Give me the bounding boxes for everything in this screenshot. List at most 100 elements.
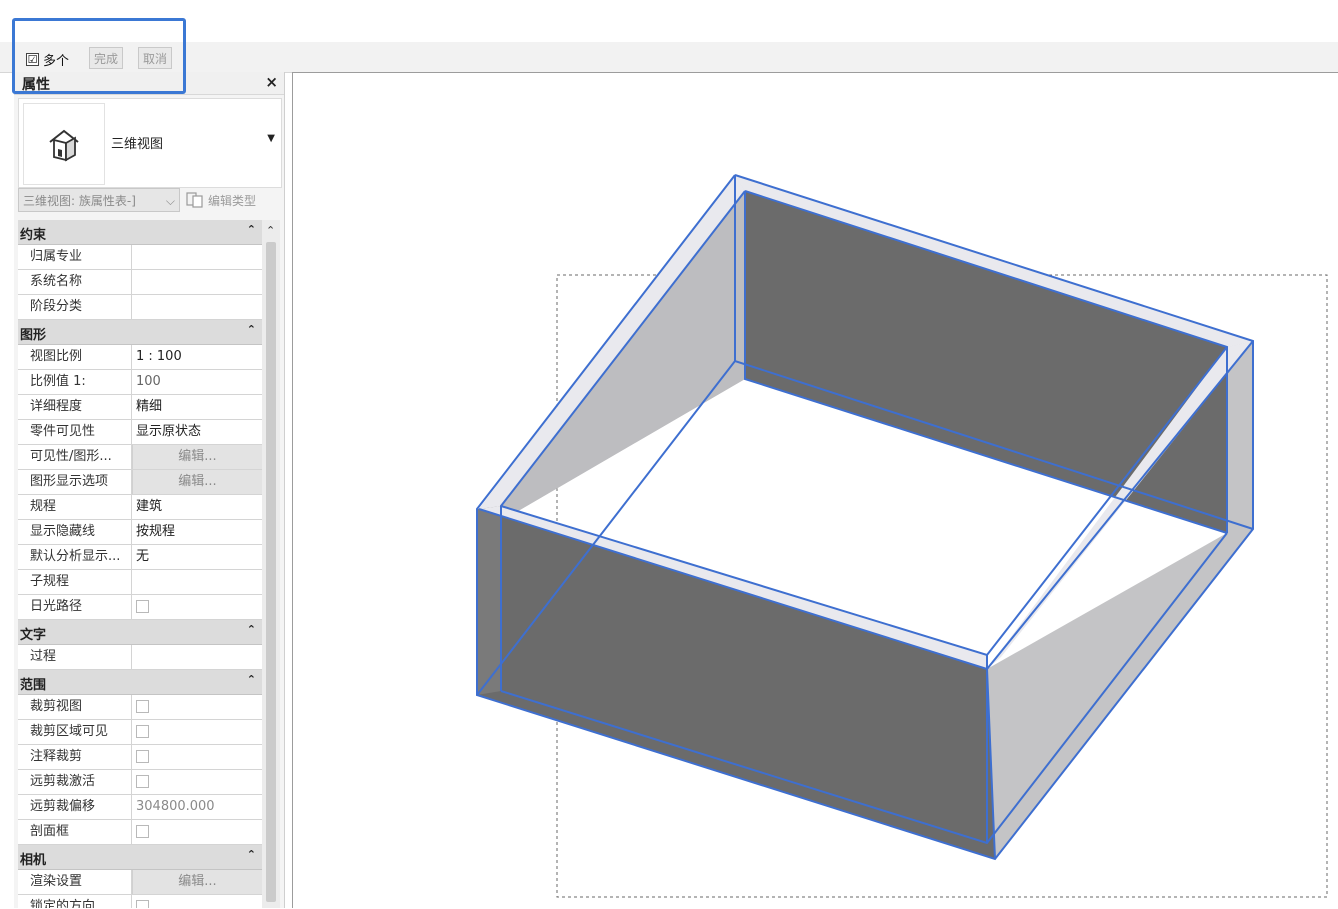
checkbox[interactable] bbox=[136, 900, 149, 908]
property-name: 裁剪区域可见 bbox=[18, 720, 132, 744]
discipline-value[interactable]: 建筑 bbox=[132, 495, 262, 519]
collapse-icon[interactable]: ⌃ bbox=[247, 673, 256, 686]
property-value[interactable] bbox=[132, 245, 262, 269]
sun-path-checkbox[interactable] bbox=[132, 595, 262, 619]
hidden-lines-value[interactable]: 按规程 bbox=[132, 520, 262, 544]
table-row[interactable]: 裁剪区域可见 bbox=[18, 720, 262, 745]
property-name: 图形显示选项 bbox=[18, 470, 132, 494]
checkbox[interactable] bbox=[136, 825, 149, 838]
house-3d-icon bbox=[23, 103, 105, 185]
section-box-checkbox[interactable] bbox=[132, 820, 262, 844]
section-constraints[interactable]: 约束 ⌃ bbox=[18, 220, 262, 245]
multiple-checkbox-box[interactable]: ☑ bbox=[26, 53, 39, 66]
property-name: 剖面框 bbox=[18, 820, 132, 844]
edit-type-label: 编辑类型 bbox=[208, 193, 257, 208]
checkbox[interactable] bbox=[136, 750, 149, 763]
table-row[interactable]: 归属专业 bbox=[18, 245, 262, 270]
left-wall-inner[interactable] bbox=[501, 191, 745, 521]
table-row[interactable]: 日光路径 bbox=[18, 595, 262, 620]
parts-visibility-value[interactable]: 显示原状态 bbox=[132, 420, 262, 444]
table-row[interactable]: 比例值 1: 100 bbox=[18, 370, 262, 395]
edit-type-button[interactable]: 编辑类型 bbox=[186, 188, 256, 212]
property-name: 比例值 1: bbox=[18, 370, 132, 394]
table-row[interactable]: 锁定的方向 bbox=[18, 895, 262, 908]
scale-value: 100 bbox=[136, 374, 161, 389]
cancel-button[interactable]: 取消 bbox=[138, 47, 173, 69]
3d-view-canvas[interactable] bbox=[292, 72, 1338, 908]
crop-view-checkbox[interactable] bbox=[132, 695, 262, 719]
section-text[interactable]: 文字 ⌃ bbox=[18, 620, 262, 645]
type-selector[interactable]: 三维视图 ▼ bbox=[18, 98, 282, 188]
table-row[interactable]: 渲染设置 编辑... bbox=[18, 870, 262, 895]
collapse-icon[interactable]: ⌃ bbox=[247, 623, 256, 636]
table-row[interactable]: 过程 bbox=[18, 645, 262, 670]
section-label: 约束 bbox=[20, 228, 47, 243]
render-settings-edit-button[interactable]: 编辑... bbox=[132, 870, 262, 894]
front-wall-face[interactable] bbox=[477, 509, 995, 859]
checkbox[interactable] bbox=[136, 700, 149, 713]
properties-panel-header: 属性 × bbox=[14, 72, 284, 95]
table-row[interactable]: 阶段分类 bbox=[18, 295, 262, 320]
property-name: 日光路径 bbox=[18, 595, 132, 619]
checkbox[interactable] bbox=[136, 725, 149, 738]
collapse-icon[interactable]: ⌃ bbox=[247, 848, 256, 861]
properties-scrollbar[interactable]: ⌃ bbox=[262, 220, 280, 908]
instance-filter-value: 三维视图: 族属性表-] bbox=[23, 194, 136, 208]
analysis-display-value[interactable]: 无 bbox=[132, 545, 262, 569]
sub-discipline-value[interactable] bbox=[132, 570, 262, 594]
table-row[interactable]: 显示隐藏线 按规程 bbox=[18, 520, 262, 545]
table-row[interactable]: 可见性/图形... 编辑... bbox=[18, 445, 262, 470]
table-row[interactable]: 子规程 bbox=[18, 570, 262, 595]
table-row[interactable]: 系统名称 bbox=[18, 270, 262, 295]
table-row[interactable]: 规程 建筑 bbox=[18, 495, 262, 520]
detail-level-value[interactable]: 精细 bbox=[132, 395, 262, 419]
properties-panel-title: 属性 bbox=[22, 77, 50, 93]
checkbox[interactable] bbox=[136, 600, 149, 613]
collapse-icon[interactable]: ⌃ bbox=[247, 323, 256, 336]
table-row[interactable]: 详细程度 精细 bbox=[18, 395, 262, 420]
view-scale-value[interactable]: 1 : 100 bbox=[132, 345, 262, 369]
collapse-icon[interactable]: ⌃ bbox=[247, 223, 256, 236]
checkbox[interactable] bbox=[136, 775, 149, 788]
table-row[interactable]: 零件可见性 显示原状态 bbox=[18, 420, 262, 445]
section-extents[interactable]: 范围 ⌃ bbox=[18, 670, 262, 695]
chevron-down-icon[interactable]: ▼ bbox=[267, 133, 275, 144]
section-label: 范围 bbox=[20, 678, 47, 693]
section-graphics[interactable]: 图形 ⌃ bbox=[18, 320, 262, 345]
table-row[interactable]: 远剪裁激活 bbox=[18, 770, 262, 795]
visibility-graphics-edit-button[interactable]: 编辑... bbox=[132, 445, 262, 469]
front-wall-edge bbox=[477, 506, 501, 695]
table-row[interactable]: 默认分析显示... 无 bbox=[18, 545, 262, 570]
far-clip-offset-value[interactable]: 304800.000 bbox=[132, 795, 262, 819]
instance-filter-dropdown[interactable]: 三维视图: 族属性表-] ⌵ bbox=[18, 188, 180, 212]
instance-row: 三维视图: 族属性表-] ⌵ 编辑类型 bbox=[18, 188, 280, 214]
section-label: 图形 bbox=[20, 328, 47, 343]
chevron-down-icon: ⌵ bbox=[165, 194, 175, 208]
property-value[interactable] bbox=[132, 270, 262, 294]
table-row[interactable]: 远剪裁偏移 304800.000 bbox=[18, 795, 262, 820]
property-name: 远剪裁偏移 bbox=[18, 795, 132, 819]
section-camera[interactable]: 相机 ⌃ bbox=[18, 845, 262, 870]
table-row[interactable]: 视图比例 1 : 100 bbox=[18, 345, 262, 370]
crop-region-visible-checkbox[interactable] bbox=[132, 720, 262, 744]
table-row[interactable]: 裁剪视图 bbox=[18, 695, 262, 720]
section-label: 文字 bbox=[20, 628, 47, 643]
property-value[interactable] bbox=[132, 295, 262, 319]
table-row[interactable]: 注释裁剪 bbox=[18, 745, 262, 770]
scrollbar-thumb[interactable] bbox=[266, 242, 276, 902]
graphic-display-edit-button[interactable]: 编辑... bbox=[132, 470, 262, 494]
table-row[interactable]: 图形显示选项 编辑... bbox=[18, 470, 262, 495]
scroll-up-icon[interactable]: ⌃ bbox=[266, 224, 275, 237]
property-name: 可见性/图形... bbox=[18, 445, 132, 469]
section-label: 相机 bbox=[20, 853, 47, 868]
finish-button[interactable]: 完成 bbox=[89, 47, 124, 69]
locked-orientation-checkbox[interactable] bbox=[132, 895, 262, 908]
close-icon[interactable]: × bbox=[265, 73, 278, 91]
multiple-checkbox[interactable]: ☑ 多个 bbox=[26, 50, 69, 69]
back-wall-face[interactable] bbox=[745, 191, 1227, 533]
property-name: 零件可见性 bbox=[18, 420, 132, 444]
table-row[interactable]: 剖面框 bbox=[18, 820, 262, 845]
property-value[interactable] bbox=[132, 645, 262, 669]
far-clip-active-checkbox[interactable] bbox=[132, 770, 262, 794]
annotation-crop-checkbox[interactable] bbox=[132, 745, 262, 769]
